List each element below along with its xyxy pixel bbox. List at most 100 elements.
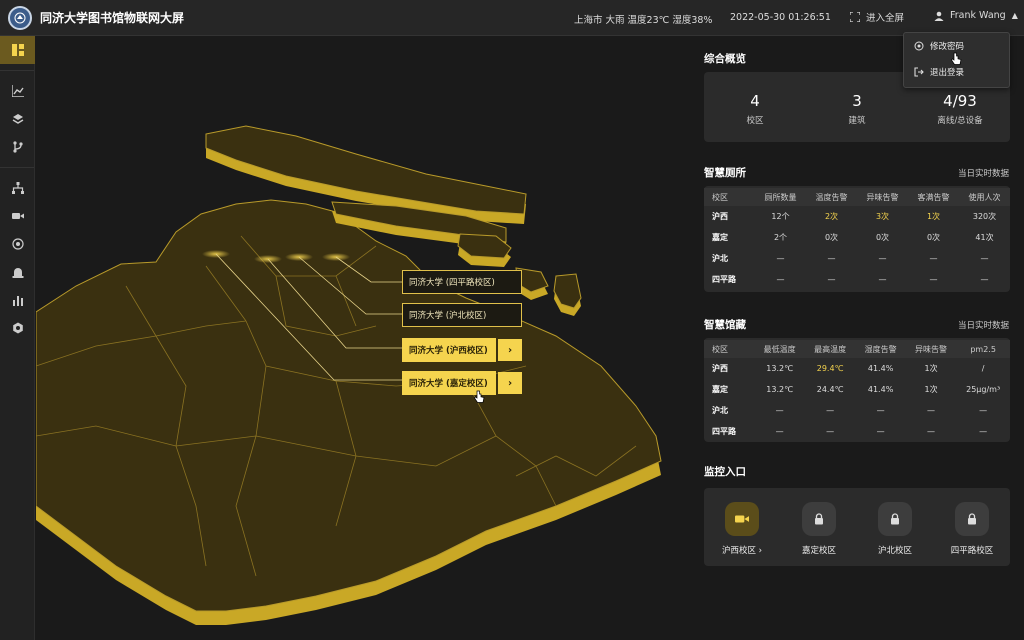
stat-value: 3 (852, 92, 862, 110)
campus-label-hubei[interactable]: 同济大学 (沪北校区) (402, 303, 522, 327)
table-cell: — (827, 275, 836, 284)
overview-title: 综合概览 (704, 53, 746, 65)
stat-label: 离线/总设备 (937, 116, 983, 126)
logout-icon (914, 67, 924, 77)
hierarchy-icon (11, 182, 24, 194)
table-cell: 沪西 (712, 212, 728, 221)
table-cell: — (980, 275, 989, 284)
table-cell: 沪北 (712, 406, 728, 415)
table-header: 最低温度 (754, 340, 805, 358)
table-row: 四平路 — — — — — (704, 269, 1010, 290)
stat-label: 校区 (746, 116, 764, 126)
table-cell: 1次 (924, 364, 938, 373)
sidebar-item-bar-chart[interactable] (0, 286, 35, 314)
table-cell: 25μg/m³ (966, 385, 1001, 394)
monitor-entry-hubei[interactable]: 沪北校区 (860, 502, 930, 556)
table-cell: 沪西 (712, 364, 728, 373)
table-cell: — (927, 406, 936, 415)
table-cell: — (876, 406, 885, 415)
fullscreen-button[interactable]: 进入全屏 (850, 10, 904, 24)
table-cell: 13.2℃ (766, 385, 794, 394)
table-cell: 2次 (824, 212, 839, 221)
table-cell: 0次 (926, 233, 941, 242)
sidebar-item-network[interactable] (0, 230, 35, 258)
campus-label-huxi[interactable]: 同济大学 (沪西校区) (402, 338, 496, 362)
sidebar-item-alarm[interactable] (0, 258, 35, 286)
table-cell: 320次 (972, 212, 997, 221)
sidebar-item-branch[interactable] (0, 133, 35, 161)
monitor-entry-jiading[interactable]: 嘉定校区 (784, 502, 854, 556)
table-cell: — (927, 427, 936, 436)
table-cell: — (929, 254, 938, 263)
table-cell: 四平路 (712, 275, 736, 284)
table-cell: 29.4℃ (816, 364, 844, 373)
table-cell: — (776, 254, 785, 263)
stat-label: 建筑 (848, 116, 866, 126)
sidebar-item-chart[interactable] (0, 77, 35, 105)
monitor-label: 嘉定校区 (801, 546, 836, 556)
user-icon (934, 11, 944, 21)
sidebar-item-video[interactable] (0, 202, 35, 230)
table-cell: — (826, 406, 835, 415)
toilet-title: 智慧厕所 (704, 167, 746, 179)
sidebar-item-hierarchy[interactable] (0, 174, 35, 202)
toilet-table: 校区 厕所数量 温度告警 异味告警 客满告警 使用人次 沪西 12个 2次 3次… (704, 188, 1010, 290)
table-cell: 0次 (875, 233, 890, 242)
table-header: 校区 (704, 188, 755, 206)
monitor-entry-siping[interactable]: 四平路校区 (937, 502, 1007, 556)
table-header: 校区 (704, 340, 755, 358)
stat-devices: 4/93 离线/总设备 (920, 92, 1000, 126)
stat-campus: 4 校区 (715, 92, 795, 126)
network-icon (11, 238, 24, 250)
bar-chart-icon (12, 296, 23, 306)
table-header: 异味告警 (857, 188, 908, 206)
table-header: pm2.5 (956, 340, 1010, 358)
dashboard-icon (11, 44, 24, 56)
table-cell: 四平路 (712, 427, 736, 436)
sidebar-item-layers[interactable] (0, 105, 35, 133)
monitor-label: 沪西校区 › (721, 546, 763, 556)
fullscreen-icon (850, 12, 860, 22)
monitor-title: 监控入口 (704, 466, 746, 478)
hand-cursor-icon (474, 390, 485, 403)
sidebar-item-dashboard[interactable] (0, 36, 35, 64)
table-cell: — (775, 427, 784, 436)
table-cell: — (980, 254, 989, 263)
user-menu-button[interactable]: Frank Wang ▲ (934, 10, 1018, 21)
monitor-entry-huxi[interactable]: 沪西校区 › (707, 502, 777, 556)
table-cell: 沪北 (712, 254, 728, 263)
lock-icon-wrap (878, 502, 912, 536)
menu-item-label: 修改密码 (930, 42, 965, 52)
table-cell: — (878, 275, 887, 284)
app-title: 同济大学图书馆物联网大屏 (40, 11, 185, 25)
table-row: 嘉定 13.2℃ 24.4℃ 41.4% 1次 25μg/m³ (704, 379, 1010, 400)
table-cell: 2个 (773, 233, 788, 242)
campus-go-huxi[interactable]: › (498, 339, 522, 361)
university-logo (8, 5, 32, 30)
table-cell: 嘉定 (712, 233, 728, 242)
sidebar-item-settings[interactable] (0, 314, 35, 342)
video-icon (11, 213, 24, 219)
table-header: 异味告警 (905, 340, 957, 358)
chevron-right-icon: › (507, 344, 513, 356)
table-cell: — (979, 427, 988, 436)
collection-title: 智慧馆藏 (704, 319, 746, 331)
lock-icon (968, 513, 976, 525)
monitor-card: 沪西校区 › 嘉定校区 沪北校区 四平路校区 (704, 488, 1010, 566)
table-header: 客满告警 (908, 188, 959, 206)
table-cell: 41.4% (867, 364, 894, 373)
campus-label-siping[interactable]: 同济大学 (四平路校区) (402, 270, 522, 294)
table-header: 温度告警 (806, 188, 857, 206)
caret-up-icon: ▲ (1011, 11, 1018, 20)
table-cell: — (826, 427, 835, 436)
campus-go-jiading[interactable]: › (498, 372, 522, 394)
stat-value: 4/93 (943, 92, 977, 110)
table-cell: 41.4% (867, 385, 894, 394)
table-cell: — (929, 275, 938, 284)
table-cell: / (981, 364, 985, 373)
table-cell: 12个 (771, 212, 790, 221)
chevron-right-icon: › (507, 377, 513, 389)
layers-icon (12, 114, 23, 124)
lock-icon-wrap (802, 502, 836, 536)
campus-map: 同济大学 (四平路校区) 同济大学 (沪北校区) 同济大学 (沪西校区) › 同… (36, 36, 696, 640)
